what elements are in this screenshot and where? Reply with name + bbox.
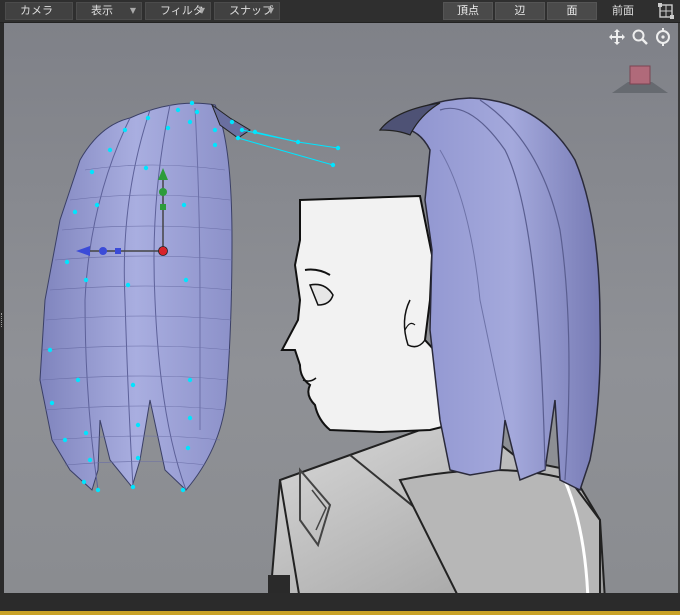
filter-menu[interactable]: フィルタ ▼ <box>145 2 211 20</box>
view-cube-icon[interactable] <box>657 2 675 20</box>
x-axis-handle <box>99 247 107 255</box>
y-axis-handle <box>159 188 167 196</box>
x-axis-scale-handle <box>115 248 121 254</box>
selected-edges <box>237 129 339 166</box>
edge-mode-label: 辺 <box>514 4 526 17</box>
vertex-mode-label: 頂点 <box>457 4 479 17</box>
zoom-magnifier-icon[interactable] <box>631 28 649 46</box>
chevron-down-icon: ▼ <box>267 6 274 15</box>
camera-menu[interactable]: カメラ <box>5 2 73 20</box>
gizmo-center-handle <box>158 246 168 256</box>
camera-menu-label: カメラ <box>20 4 53 17</box>
snap-menu[interactable]: スナップ ▼ <box>214 2 280 20</box>
axis-orientation-gizmo-icon[interactable] <box>612 65 668 93</box>
edge-mode-button[interactable]: 辺 <box>495 2 545 20</box>
vertex-mode-button[interactable]: 頂点 <box>443 2 493 20</box>
scene-render <box>39 65 668 593</box>
display-menu[interactable]: 表示 ▼ <box>76 2 142 20</box>
3d-viewport[interactable] <box>4 23 678 593</box>
character-coat <box>268 418 606 593</box>
filter-menu-label: フィルタ <box>160 4 204 17</box>
display-menu-label: 表示 <box>91 4 113 17</box>
chevron-down-icon: ▼ <box>198 6 205 15</box>
y-axis-scale-handle <box>160 204 166 210</box>
face-mode-button[interactable]: 面 <box>547 2 597 20</box>
chevron-down-icon: ▼ <box>129 6 136 15</box>
face-mode-label: 面 <box>566 4 578 17</box>
orbit-rotate-icon[interactable] <box>654 28 672 46</box>
selected-hair-mesh[interactable] <box>39 102 251 491</box>
status-bar <box>0 593 680 615</box>
pan-move-icon[interactable] <box>608 28 626 46</box>
viewport-toolbar: カメラ 表示 ▼ フィルタ ▼ スナップ ▼ 頂点 辺 面 前面 <box>0 0 680 23</box>
status-accent-line <box>0 611 680 615</box>
view-name-label: 前面 <box>612 4 634 17</box>
snap-menu-label: スナップ <box>229 4 273 17</box>
